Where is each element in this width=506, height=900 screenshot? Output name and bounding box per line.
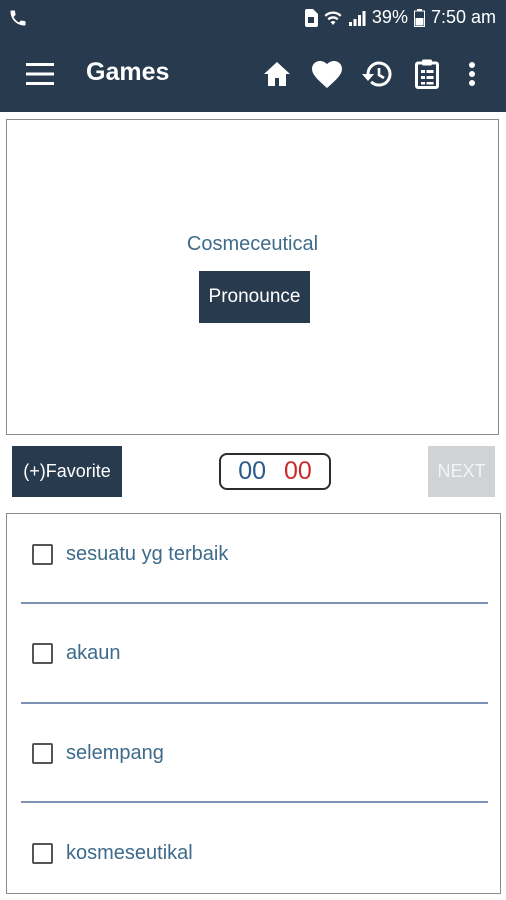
answer-option[interactable]: sesuatu yg terbaik [7,524,500,584]
battery-percent: 39% [371,7,408,27]
option-label: kosmeseutikal [66,841,193,864]
favorites-button[interactable] [302,56,352,92]
home-button[interactable] [252,56,302,92]
phone-icon [10,10,26,26]
divider [21,602,488,604]
divider [21,702,488,704]
history-button[interactable] [352,56,402,92]
toolbar-actions [252,56,492,92]
word-card: Cosmeceutical Pronounce [6,119,499,435]
more-vert-icon [469,62,475,86]
battery-icon [413,8,425,27]
sim-icon [304,8,318,27]
pronounce-button[interactable]: Pronounce [199,271,310,323]
page-title: Games [86,58,170,86]
home-icon [264,62,290,86]
question-word: Cosmeceutical [186,233,319,255]
answer-option[interactable]: selempang [7,723,500,783]
answer-options: sesuatu yg terbaik akaun selempang kosme… [6,513,501,894]
divider [21,801,488,803]
next-button[interactable]: NEXT [428,446,495,497]
menu-icon[interactable] [26,63,54,85]
checkbox[interactable] [32,842,53,864]
answer-option[interactable]: akaun [7,623,500,683]
add-favorite-button[interactable]: (+)Favorite [12,446,122,497]
heart-icon [312,60,342,88]
wifi-icon [324,10,342,25]
timer-seconds: 00 [284,457,312,485]
app-toolbar: Games [0,36,506,112]
option-label: sesuatu yg terbaik [66,542,229,565]
checkbox[interactable] [32,642,53,664]
status-time: 7:50 am [430,7,496,27]
checkbox[interactable] [32,742,53,764]
clipboard-icon [415,59,439,89]
more-options-button[interactable] [452,56,492,92]
answer-option[interactable]: kosmeseutikal [7,823,500,883]
timer: 00 00 [219,453,331,490]
option-label: selempang [66,741,164,764]
signal-icon [348,10,366,26]
option-label: akaun [66,641,121,664]
timer-minutes: 00 [238,457,266,485]
status-bar: 39% 7:50 am [0,0,506,36]
clipboard-button[interactable] [402,56,452,92]
checkbox[interactable] [32,543,53,565]
history-icon [362,61,392,87]
